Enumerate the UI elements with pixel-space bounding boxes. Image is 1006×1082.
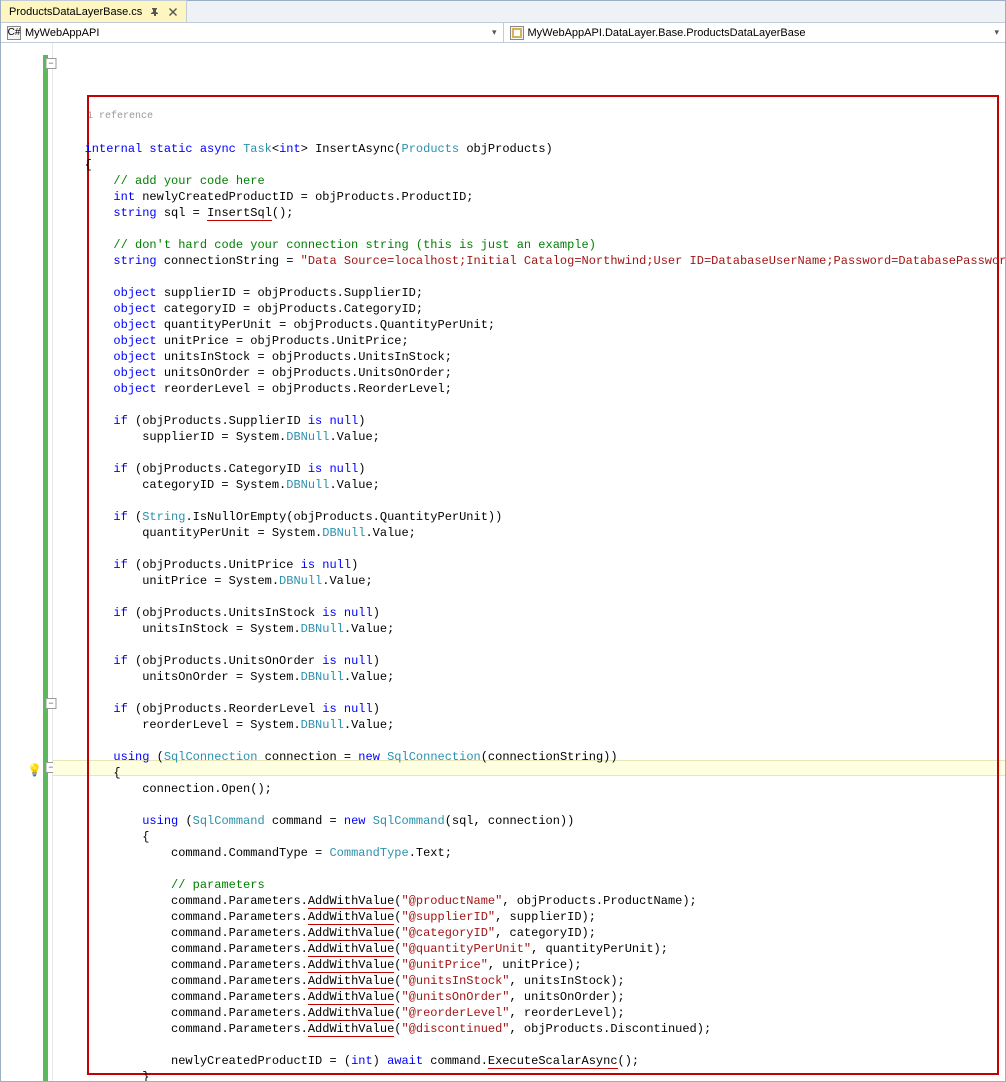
csharp-icon: C# — [7, 26, 21, 40]
scope-right-label: MyWebAppAPI.DataLayer.Base.ProductsDataL… — [528, 27, 806, 39]
scope-dropdown-right[interactable]: MyWebAppAPI.DataLayer.Base.ProductsDataL… — [504, 23, 1006, 42]
nav-bar: C# MyWebAppAPI MyWebAppAPI.DataLayer.Bas… — [1, 23, 1005, 43]
lightbulb-icon[interactable]: 💡 — [27, 763, 39, 775]
code-lines: internal static async Task<int> InsertAs… — [63, 141, 1005, 1081]
code-area[interactable]: 1 reference internal static async Task<i… — [53, 43, 1005, 1081]
close-icon[interactable] — [168, 7, 178, 17]
scope-left-label: MyWebAppAPI — [25, 27, 99, 39]
scope-dropdown-left[interactable]: C# MyWebAppAPI — [1, 23, 504, 42]
tab-title: ProductsDataLayerBase.cs — [9, 6, 142, 18]
codelens-references[interactable]: 1 reference — [63, 107, 1005, 125]
tab-bar: ProductsDataLayerBase.cs — [1, 1, 1005, 23]
file-tab[interactable]: ProductsDataLayerBase.cs — [1, 0, 187, 22]
pin-icon[interactable] — [150, 7, 160, 17]
class-icon — [510, 26, 524, 40]
code-editor[interactable]: − − − 💡 1 reference internal static asyn… — [1, 43, 1005, 1081]
change-marker — [43, 55, 48, 1081]
gutter: − − − 💡 — [1, 43, 53, 1081]
